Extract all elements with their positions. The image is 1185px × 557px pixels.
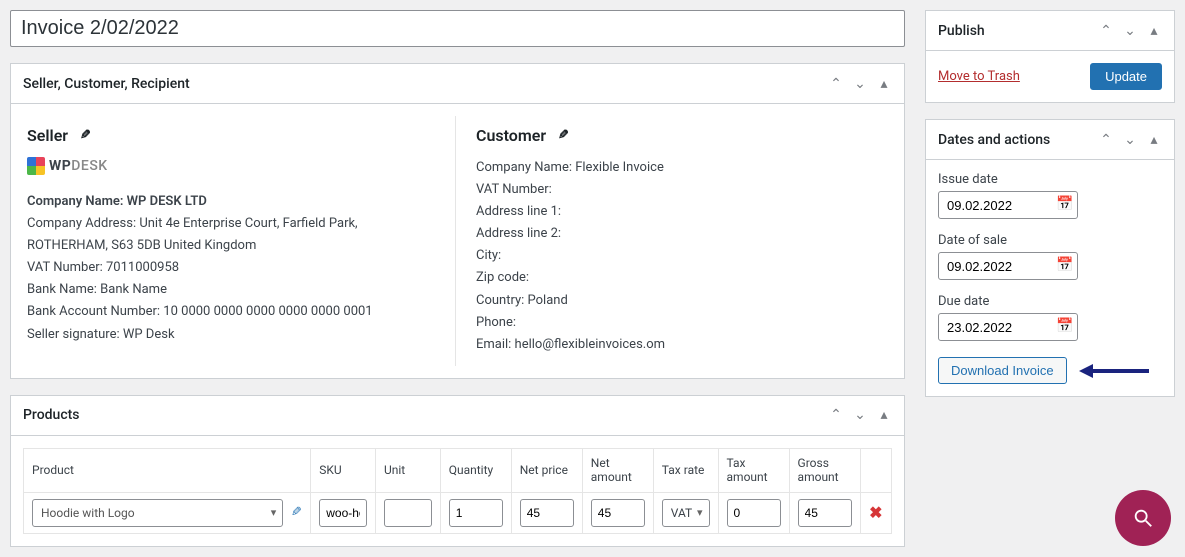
customer-vat: VAT Number:: [476, 179, 888, 201]
col-gross-amount: Gross amount: [789, 448, 860, 492]
issue-date-input[interactable]: [938, 191, 1078, 219]
customer-country: Country: Poland: [476, 290, 888, 312]
col-tax-amount: Tax amount: [718, 448, 789, 492]
customer-addr2: Address line 2:: [476, 223, 888, 245]
products-heading: Products: [23, 407, 80, 423]
customer-city: City:: [476, 245, 888, 267]
publish-heading: Publish: [938, 23, 985, 39]
invoice-title-input[interactable]: [10, 10, 905, 47]
col-tax-rate: Tax rate: [653, 448, 718, 492]
panel-down-icon[interactable]: ⌄: [852, 408, 868, 422]
issue-date-label: Issue date: [938, 172, 1162, 187]
col-product: Product: [24, 448, 311, 492]
seller-heading: Seller: [27, 126, 68, 145]
seller-vat: VAT Number: 7011000958: [27, 257, 439, 279]
panel-up-icon[interactable]: ⌃: [1098, 133, 1114, 147]
magnifier-icon: [1132, 507, 1154, 529]
dates-actions-panel: Dates and actions ⌃ ⌄ ▴ Issue date 📅 Dat…: [925, 119, 1175, 397]
customer-company-name: Company Name: Flexible Invoice: [476, 157, 888, 179]
sale-date-input[interactable]: [938, 252, 1078, 280]
seller-address: Company Address: Unit 4e Enterprise Cour…: [27, 213, 439, 257]
seller-customer-panel: Seller, Customer, Recipient ⌃ ⌄ ▴ Seller…: [10, 63, 905, 379]
seller-panel: Seller ✎ WPDESK Company Name: WP DESK LT…: [23, 116, 456, 366]
move-to-trash-link[interactable]: Move to Trash: [938, 69, 1020, 84]
search-fab[interactable]: [1115, 490, 1171, 546]
customer-zip: Zip code:: [476, 267, 888, 289]
products-panel: Products ⌃ ⌄ ▴ Product SKU U: [10, 395, 905, 547]
download-invoice-button[interactable]: Download Invoice: [938, 357, 1067, 384]
pencil-icon[interactable]: ✎: [80, 128, 91, 143]
panel-down-icon[interactable]: ⌄: [1122, 24, 1138, 38]
pencil-icon[interactable]: ✎: [558, 128, 569, 143]
col-net-price: Net price: [511, 448, 582, 492]
update-button[interactable]: Update: [1090, 63, 1162, 90]
panel-up-icon[interactable]: ⌃: [828, 408, 844, 422]
pencil-icon[interactable]: ✎: [291, 505, 302, 520]
customer-phone: Phone:: [476, 312, 888, 334]
products-table: Product SKU Unit Quantity Net price Net …: [23, 448, 892, 534]
logo-cube-icon: [27, 157, 45, 175]
wpdesk-logo: WPDESK: [27, 157, 439, 175]
customer-email: Email: hello@flexibleinvoices.om: [476, 334, 888, 356]
col-unit: Unit: [375, 448, 440, 492]
seller-customer-heading: Seller, Customer, Recipient: [23, 76, 190, 92]
due-date-input[interactable]: [938, 313, 1078, 341]
seller-company-name: Company Name: WP DESK LTD: [27, 191, 439, 213]
sale-date-label: Date of sale: [938, 233, 1162, 248]
panel-toggle-icon[interactable]: ▴: [876, 408, 892, 422]
col-net-amount: Net amount: [582, 448, 653, 492]
customer-heading: Customer: [476, 126, 546, 145]
seller-bank-account: Bank Account Number: 10 0000 0000 0000 0…: [27, 301, 439, 323]
seller-bank-name: Bank Name: Bank Name: [27, 279, 439, 301]
customer-addr1: Address line 1:: [476, 201, 888, 223]
col-qty: Quantity: [440, 448, 511, 492]
panel-up-icon[interactable]: ⌃: [1098, 24, 1114, 38]
panel-up-icon[interactable]: ⌃: [828, 77, 844, 91]
panel-toggle-icon[interactable]: ▴: [1146, 24, 1162, 38]
customer-panel: Customer ✎ Company Name: Flexible Invoic…: [456, 116, 892, 366]
due-date-label: Due date: [938, 294, 1162, 309]
panel-down-icon[interactable]: ⌄: [1122, 133, 1138, 147]
col-sku: SKU: [311, 448, 376, 492]
dates-heading: Dates and actions: [938, 132, 1050, 148]
panel-toggle-icon[interactable]: ▴: [1146, 133, 1162, 147]
seller-signature: Seller signature: WP Desk: [27, 324, 439, 346]
arrow-left-icon: [1079, 361, 1151, 381]
remove-row-icon[interactable]: ✖: [869, 503, 883, 522]
panel-down-icon[interactable]: ⌄: [852, 77, 868, 91]
publish-panel: Publish ⌃ ⌄ ▴ Move to Trash Update: [925, 10, 1175, 103]
panel-toggle-icon[interactable]: ▴: [876, 77, 892, 91]
table-row: Hoodie with Logo ✎ VAT: [24, 492, 892, 533]
